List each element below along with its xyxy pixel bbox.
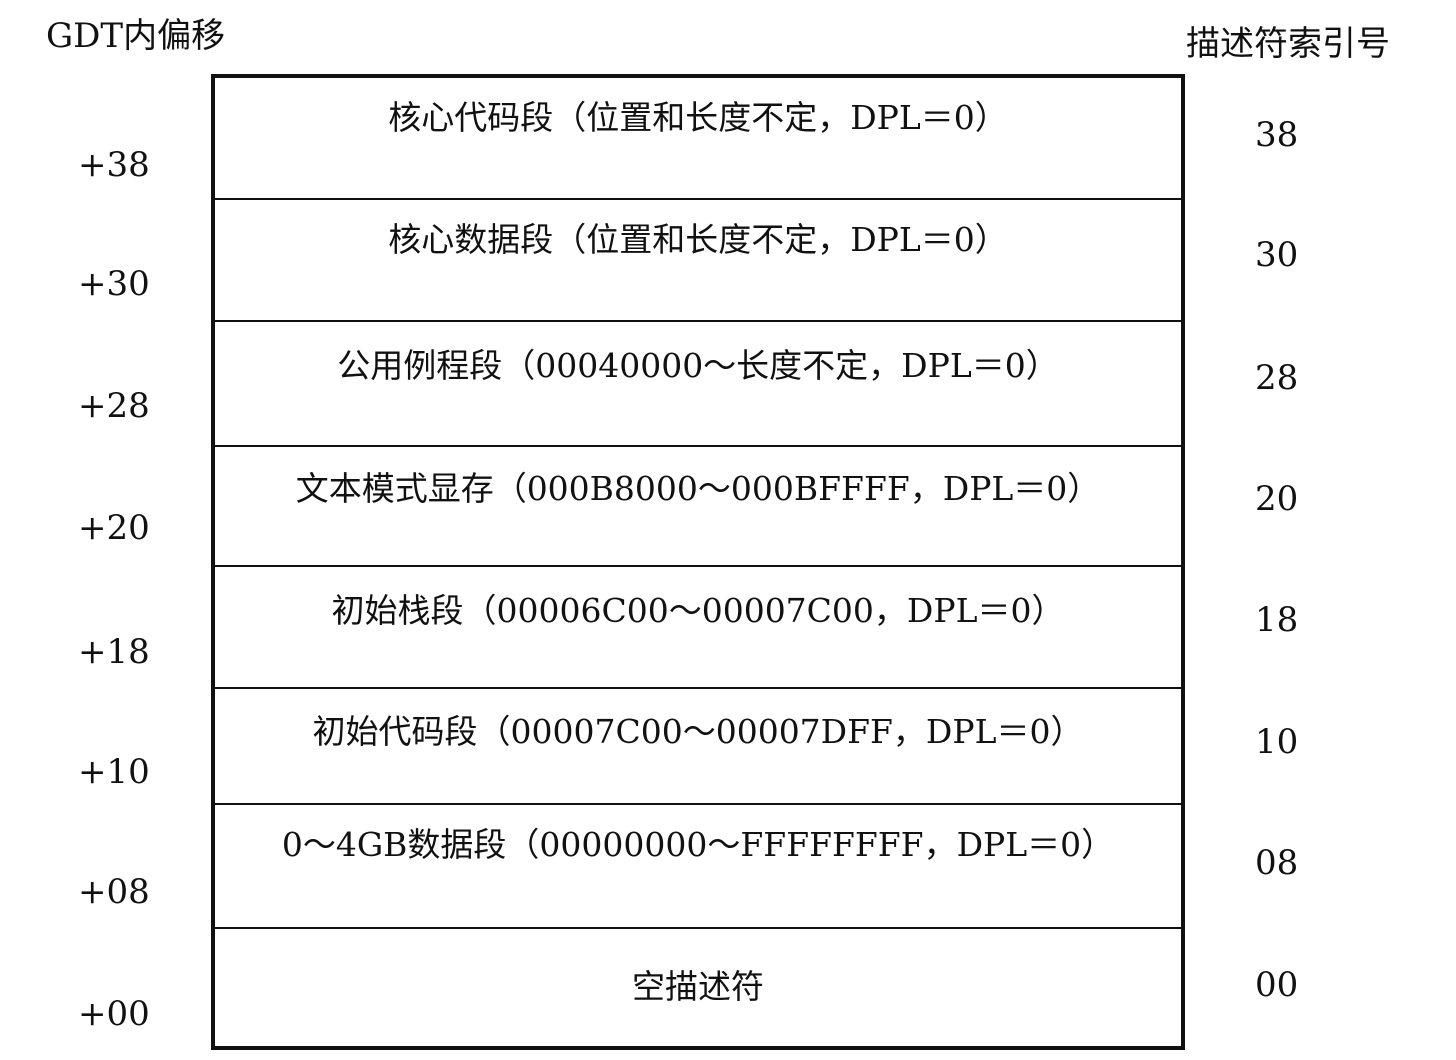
descriptor-label: 核心代码段（位置和长度不定，DPL＝0） bbox=[388, 98, 1008, 137]
descriptor-label: 核心数据段（位置和长度不定，DPL＝0） bbox=[388, 220, 1008, 259]
index-label: 00 bbox=[1255, 965, 1299, 1005]
descriptor-label: 初始代码段（00007C00～00007DFF，DPL＝0） bbox=[312, 712, 1084, 751]
descriptor-label: 文本模式显存（000B8000～000BFFFF，DPL＝0） bbox=[295, 469, 1101, 508]
gdt-row-4gb-data: 0～4GB数据段（00000000～FFFFFFFF，DPL＝0） bbox=[215, 805, 1181, 929]
offset-label: +18 bbox=[78, 632, 150, 672]
offset-label: +08 bbox=[78, 872, 150, 912]
gdt-table: 核心代码段（位置和长度不定，DPL＝0） 核心数据段（位置和长度不定，DPL＝0… bbox=[211, 74, 1185, 1050]
offset-label: +30 bbox=[78, 264, 150, 304]
index-label: 08 bbox=[1255, 843, 1299, 883]
offset-column-header: GDT内偏移 bbox=[46, 16, 226, 56]
descriptor-label: 公用例程段（00040000～长度不定，DPL＝0） bbox=[337, 346, 1059, 385]
index-label: 10 bbox=[1255, 722, 1299, 762]
index-label: 30 bbox=[1255, 235, 1299, 275]
offset-label: +00 bbox=[78, 994, 150, 1034]
gdt-row-text-vram: 文本模式显存（000B8000～000BFFFF，DPL＝0） bbox=[215, 447, 1181, 567]
offset-label: +28 bbox=[78, 386, 150, 426]
index-column-header: 描述符索引号 bbox=[1186, 24, 1390, 64]
gdt-row-kernel-code: 核心代码段（位置和长度不定，DPL＝0） bbox=[215, 78, 1181, 200]
index-label: 28 bbox=[1255, 358, 1299, 398]
gdt-row-common-routines: 公用例程段（00040000～长度不定，DPL＝0） bbox=[215, 322, 1181, 447]
descriptor-label: 初始栈段（00006C00～00007C00，DPL＝0） bbox=[331, 591, 1065, 630]
gdt-row-init-stack: 初始栈段（00006C00～00007C00，DPL＝0） bbox=[215, 567, 1181, 689]
gdt-row-init-code: 初始代码段（00007C00～00007DFF，DPL＝0） bbox=[215, 689, 1181, 805]
index-label: 18 bbox=[1255, 600, 1299, 640]
offset-label: +20 bbox=[78, 508, 150, 548]
descriptor-label: 空描述符 bbox=[632, 967, 764, 1006]
descriptor-label: 0～4GB数据段（00000000～FFFFFFFF，DPL＝0） bbox=[281, 825, 1115, 864]
offset-label: +10 bbox=[78, 752, 150, 792]
offset-label: +38 bbox=[78, 145, 150, 185]
index-label: 38 bbox=[1255, 115, 1299, 155]
gdt-row-null-descriptor: 空描述符 bbox=[215, 929, 1181, 1050]
gdt-row-kernel-data: 核心数据段（位置和长度不定，DPL＝0） bbox=[215, 200, 1181, 322]
index-label: 20 bbox=[1255, 479, 1299, 519]
